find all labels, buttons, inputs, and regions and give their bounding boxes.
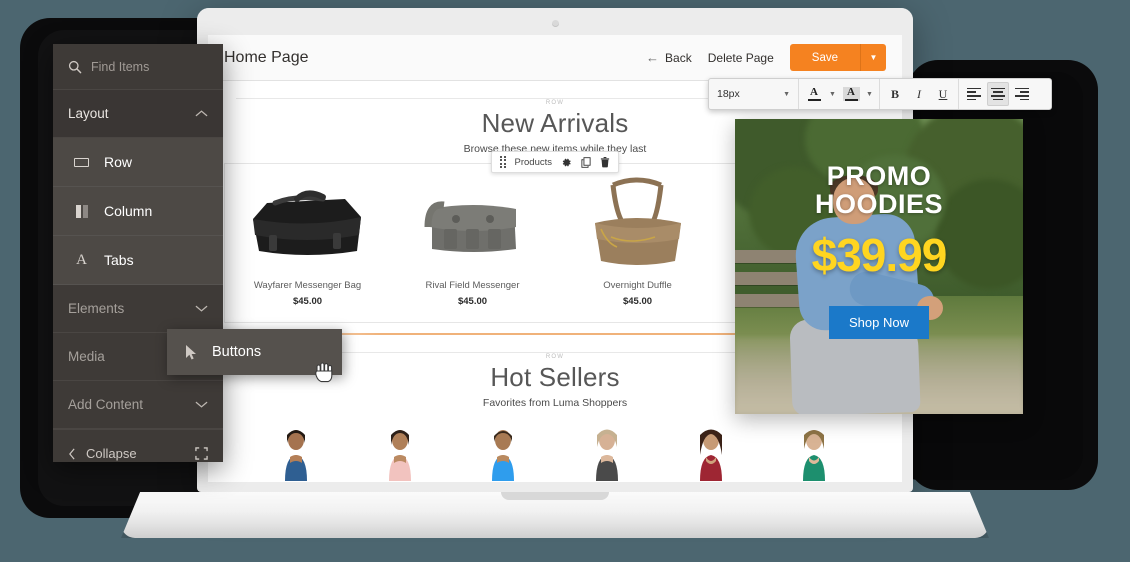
- text-format-toolbar[interactable]: 18px ▼ A ▼ A ▼ B I U: [708, 78, 1052, 110]
- model-thumb[interactable]: [348, 421, 452, 481]
- sidebar-group-label: Elements: [68, 301, 125, 316]
- editor-sidebar: Find Items Layout Row Column A Tabs Elem…: [53, 44, 223, 462]
- models-grid: [222, 421, 888, 481]
- column-icon: [73, 204, 90, 218]
- product-card[interactable]: Wayfarer Messenger Bag $45.00: [225, 164, 390, 307]
- underline-button[interactable]: U: [932, 82, 954, 106]
- webcam-icon: [551, 20, 559, 27]
- model-thumb[interactable]: [659, 421, 763, 481]
- sidebar-collapse-label: Collapse: [86, 446, 137, 461]
- highlight-color-A-icon[interactable]: A: [840, 82, 862, 106]
- chevron-down-icon: [195, 400, 208, 409]
- sidebar-group-add-content[interactable]: Add Content: [53, 381, 223, 429]
- element-toolbar-products[interactable]: Products: [491, 151, 619, 173]
- align-left-icon[interactable]: [963, 82, 985, 106]
- font-size-value: 18px: [717, 88, 740, 100]
- font-size-select[interactable]: 18px ▼: [709, 79, 799, 109]
- element-toolbar-label: Products: [514, 156, 553, 168]
- text-color-A-icon[interactable]: A: [803, 82, 825, 106]
- promo-content: PROMO HOODIES $39.99 Shop Now: [735, 119, 1023, 414]
- align-group: [959, 79, 1037, 109]
- sidebar-item-column[interactable]: Column: [53, 187, 223, 236]
- promo-headline[interactable]: PROMO HOODIES: [735, 161, 1023, 219]
- text-A-icon: A: [76, 251, 87, 268]
- product-price: $45.00: [622, 296, 653, 307]
- row-tag-label: ROW: [536, 354, 574, 360]
- page-title: Home Page: [224, 48, 309, 66]
- sidebar-item-label: Row: [104, 154, 133, 170]
- product-price: $45.00: [292, 296, 323, 307]
- chevron-down-icon: ▼: [783, 90, 790, 98]
- gear-icon[interactable]: [561, 157, 572, 168]
- sidebar-group-elements[interactable]: Elements: [53, 285, 223, 333]
- fullscreen-icon[interactable]: [195, 447, 208, 460]
- copy-icon[interactable]: [581, 156, 591, 168]
- product-price: $45.00: [457, 296, 488, 307]
- sidebar-item-label: Tabs: [104, 252, 134, 268]
- row-tag-label: ROW: [536, 100, 574, 106]
- product-name: Wayfarer Messenger Bag: [253, 280, 362, 291]
- laptop-base-notch: [501, 492, 609, 500]
- editor-header-actions: ← Back Delete Page Save ▼: [646, 44, 886, 71]
- sidebar-item-tabs[interactable]: A Tabs: [53, 236, 223, 285]
- product-name: Overnight Duffle: [603, 280, 672, 291]
- save-button[interactable]: Save: [789, 44, 860, 71]
- product-name: Rival Field Messenger: [425, 280, 520, 291]
- sidebar-flyout-label: Buttons: [212, 344, 262, 360]
- style-group: B I U: [880, 79, 959, 109]
- row-icon: [73, 157, 90, 167]
- align-center-icon[interactable]: [987, 82, 1009, 106]
- editor-header: Home Page ← Back Delete Page Save ▼: [208, 35, 902, 81]
- promo-headline-line1: PROMO: [826, 161, 932, 191]
- model-thumb[interactable]: [244, 421, 348, 481]
- grab-hand-cursor: [313, 360, 335, 384]
- color-group: A ▼ A ▼: [799, 79, 880, 109]
- align-right-icon[interactable]: [1011, 82, 1033, 106]
- sidebar-group-label: Layout: [68, 106, 109, 121]
- drag-handle-icon[interactable]: [500, 155, 506, 169]
- sidebar-collapse-button[interactable]: Collapse: [53, 429, 223, 477]
- delete-page-button[interactable]: Delete Page: [708, 51, 774, 65]
- arrow-left-icon: ←: [646, 50, 660, 65]
- product-card[interactable]: Overnight Duffle $45.00: [555, 164, 720, 307]
- product-image-brown-duffle-bag: [555, 176, 720, 272]
- product-card[interactable]: Rival Field Messenger $45.00: [390, 164, 555, 307]
- search-placeholder: Find Items: [91, 59, 150, 74]
- promo-banner[interactable]: PROMO HOODIES $39.99 Shop Now: [735, 119, 1023, 414]
- model-thumb[interactable]: [451, 421, 555, 481]
- search-input[interactable]: Find Items: [53, 44, 223, 90]
- search-icon: [68, 60, 82, 74]
- promo-headline-line2: HOODIES: [814, 188, 944, 219]
- back-label: Back: [665, 50, 692, 65]
- chevron-left-icon: [68, 447, 76, 460]
- trash-icon[interactable]: [600, 156, 610, 168]
- promo-price[interactable]: $39.99: [735, 228, 1023, 282]
- back-button[interactable]: ← Back: [646, 50, 692, 65]
- sidebar-item-label: Column: [104, 203, 153, 219]
- chevron-down-icon: [195, 304, 208, 313]
- chevron-up-icon: [195, 109, 208, 118]
- shop-now-button[interactable]: Shop Now: [829, 306, 929, 340]
- italic-button[interactable]: I: [908, 82, 930, 106]
- delete-page-label: Delete Page: [707, 50, 774, 65]
- scene: Home Page ← Back Delete Page Save ▼ ROW …: [0, 0, 1130, 562]
- model-thumb[interactable]: [555, 421, 659, 481]
- sidebar-group-label: Add Content: [68, 397, 144, 412]
- text-color-caret-icon[interactable]: ▼: [827, 91, 838, 98]
- product-image-black-messenger-bag: [225, 176, 390, 272]
- model-thumb[interactable]: [762, 421, 866, 481]
- save-dropdown-caret-icon[interactable]: ▼: [860, 44, 886, 71]
- product-image-gray-messenger-bag: [390, 176, 555, 272]
- sidebar-group-layout[interactable]: Layout: [53, 90, 223, 138]
- laptop-bezel: [197, 8, 913, 35]
- save-button-group: Save ▼: [789, 44, 886, 71]
- sidebar-group-label: Media: [68, 349, 105, 364]
- bold-button[interactable]: B: [884, 82, 906, 106]
- sidebar-item-row[interactable]: Row: [53, 138, 223, 187]
- pointer-arrow-icon: [185, 344, 198, 361]
- highlight-color-caret-icon[interactable]: ▼: [864, 91, 875, 98]
